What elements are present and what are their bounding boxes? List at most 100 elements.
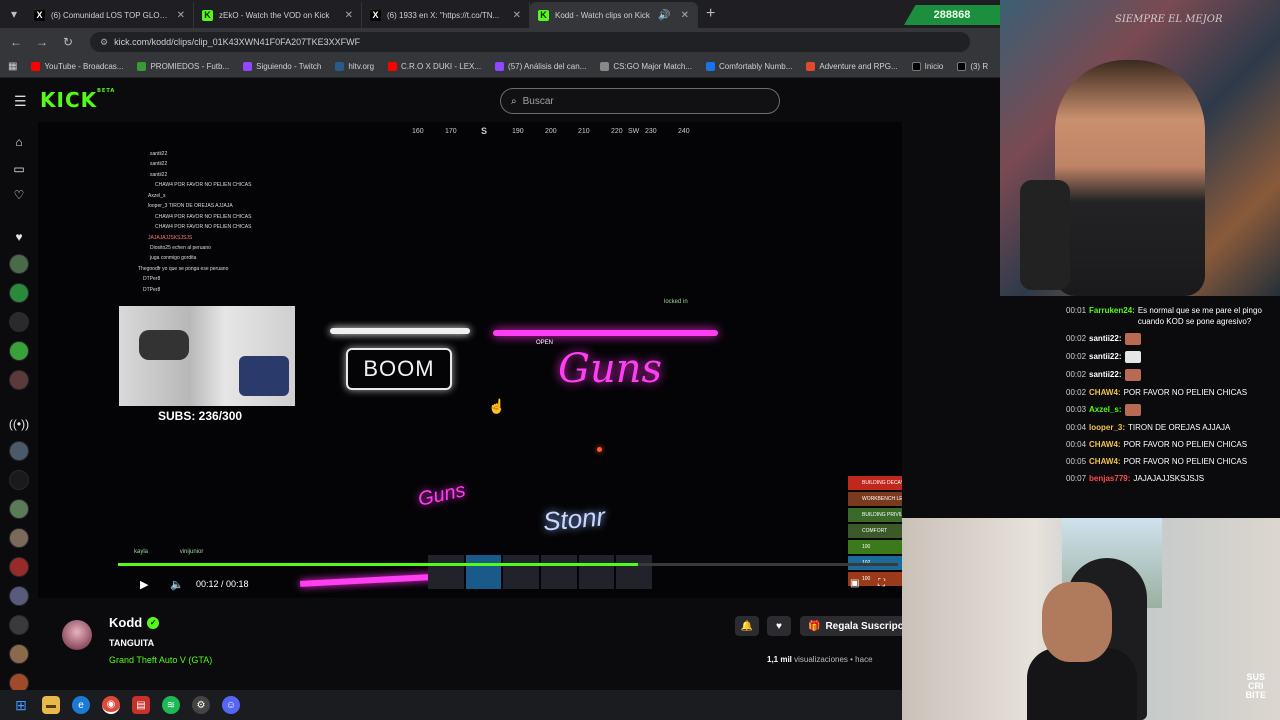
recommended-channel-avatar[interactable] <box>9 499 29 519</box>
address-bar-row: ← → ↻ ⚙ kick.com/kodd/clips/clip_01K43XW… <box>0 28 1000 56</box>
emote-icon <box>1124 404 1141 416</box>
edge-icon[interactable]: e <box>72 696 90 714</box>
chat-user[interactable]: santii22: <box>1089 369 1121 380</box>
recommended-channel-avatar[interactable] <box>9 615 29 635</box>
volume-icon[interactable]: 🔈 <box>170 578 184 591</box>
compass-tick: 170 <box>445 128 457 135</box>
reload-icon[interactable]: ↻ <box>60 35 76 49</box>
bookmark-item[interactable]: hltv.org <box>335 62 374 71</box>
bookmark-item[interactable]: C.R.O X DUKI - LEX... <box>388 62 481 71</box>
chat-user[interactable]: looper_3: <box>1089 422 1125 433</box>
bookmark-item[interactable]: PROMIEDOS - Futb... <box>137 62 229 71</box>
x-favicon-icon: X <box>370 9 381 21</box>
chat-user[interactable]: benjas779: <box>1089 473 1130 484</box>
recommended-channel-avatar[interactable] <box>9 441 29 461</box>
channel-name-row[interactable]: Kodd ✓ <box>109 615 160 630</box>
play-icon[interactable]: ▶ <box>140 578 148 591</box>
gift-sub-button[interactable]: 🎁 Regala Suscripc <box>800 616 910 636</box>
url-field[interactable]: ⚙ kick.com/kodd/clips/clip_01K43XWN41F0F… <box>90 32 970 52</box>
followed-channel-avatar[interactable] <box>9 341 29 361</box>
forward-icon[interactable]: → <box>34 35 50 49</box>
steam-icon[interactable]: ⚙ <box>192 696 210 714</box>
recommended-channel-avatar[interactable] <box>9 528 29 548</box>
browse-icon[interactable]: ▭ <box>9 159 29 179</box>
recommended-channel-avatar[interactable] <box>9 470 29 490</box>
browser-tab-3[interactable]: X (6) 1933 en X: "https://t.co/TN... ✕ <box>362 2 530 28</box>
bookmark-item[interactable]: (3) R <box>957 62 988 71</box>
chat-user[interactable]: santii22: <box>1089 351 1121 362</box>
clip-chat-replay: 00:01 Farruken24: Es normal que se me pare… <box>1062 296 1280 516</box>
recommended-channel-avatar[interactable] <box>9 586 29 606</box>
chat-message: 00:01 Farruken24: Es normal que se me pare… <box>1062 302 1280 330</box>
game-category-link[interactable]: Grand Theft Auto V (GTA) <box>109 655 212 665</box>
close-tab-icon[interactable]: ✕ <box>681 10 689 21</box>
bookmark-item[interactable]: (57) Análisis del can... <box>495 62 586 71</box>
chat-time: 00:05 <box>1066 457 1087 466</box>
bookmark-item[interactable]: Siguiendo - Twitch <box>243 62 321 71</box>
followed-channel-avatar[interactable] <box>9 254 29 274</box>
tab-search-icon[interactable]: ▾ <box>6 7 22 21</box>
clothes-shape <box>239 356 289 396</box>
chat-text: POR FAVOR NO PELIEN CHICAS <box>1123 388 1248 397</box>
chat-user[interactable]: CHAW4: <box>1089 439 1121 450</box>
followed-channel-avatar[interactable] <box>9 283 29 303</box>
bookmark-item[interactable]: Comfortably Numb... <box>706 62 792 71</box>
windows-start-icon[interactable]: ⊞ <box>12 696 30 714</box>
chrome-icon[interactable]: ◉ <box>102 696 120 714</box>
bookmark-item[interactable]: YouTube - Broadcas... <box>31 62 123 71</box>
gift-icon: 🎁 <box>808 620 821 632</box>
kick-logo-text: KICK <box>40 88 98 112</box>
browser-tab-4-active[interactable]: K Kodd - Watch clips on Kick 🔊 ✕ <box>530 2 698 28</box>
chat-time: 00:04 <box>1066 423 1087 432</box>
chat-user[interactable]: CHAW4: <box>1089 456 1121 467</box>
chat-user[interactable]: CHAW4: <box>1089 387 1121 398</box>
search-bar[interactable]: ⌕ <box>500 88 780 114</box>
site-info-icon[interactable]: ⚙ <box>100 37 108 48</box>
media-app-icon[interactable]: ▤ <box>132 696 150 714</box>
audio-icon[interactable]: 🔊 <box>658 10 670 21</box>
back-icon[interactable]: ← <box>8 35 24 49</box>
chat-time: 00:02 <box>1066 370 1087 379</box>
close-tab-icon[interactable]: ✕ <box>177 10 185 21</box>
video-progress-bar[interactable] <box>118 563 898 566</box>
file-explorer-icon[interactable]: ▬ <box>42 696 60 714</box>
chat-user[interactable]: santii22: <box>1089 333 1121 344</box>
theater-mode-icon[interactable]: ▣ <box>850 578 859 589</box>
hamburger-menu-icon[interactable]: ☰ <box>14 93 27 110</box>
close-tab-icon[interactable]: ✕ <box>345 10 353 21</box>
spotify-icon[interactable]: ≋ <box>162 696 180 714</box>
new-tab-button[interactable]: + <box>698 5 723 23</box>
channel-avatar[interactable] <box>62 620 92 650</box>
emote-icon <box>1124 333 1141 345</box>
overlay-chat-line: Axzel_s <box>148 193 166 199</box>
kick-logo[interactable]: KICKBETA <box>40 88 115 112</box>
hotbar-slot <box>428 555 464 589</box>
following-heart-icon[interactable]: ♡ <box>9 185 29 205</box>
rpg-icon <box>806 62 816 71</box>
hltv-icon <box>335 62 345 71</box>
recommended-channel-avatar[interactable] <box>9 644 29 664</box>
followed-channel-avatar[interactable] <box>9 370 29 390</box>
notifications-bell-button[interactable]: 🔔 <box>735 616 759 636</box>
browser-tab-2[interactable]: K zEkO - Watch the VOD on Kick ✕ <box>194 2 362 28</box>
home-icon[interactable]: ⌂ <box>9 132 29 152</box>
fullscreen-icon[interactable]: ⛶ <box>878 578 885 589</box>
player-name: kayla <box>134 549 149 555</box>
chat-user[interactable]: Axzel_s: <box>1089 404 1121 415</box>
search-input[interactable] <box>522 95 753 107</box>
recommended-channel-avatar[interactable] <box>9 557 29 577</box>
bookmark-item[interactable]: Inicio <box>911 62 943 71</box>
video-time: 00:12 / 00:18 <box>196 579 249 589</box>
close-tab-icon[interactable]: ✕ <box>513 10 521 21</box>
apps-grid-icon[interactable]: ▦ <box>8 61 17 72</box>
bookmark-item[interactable]: CS:GO Major Match... <box>600 62 692 71</box>
clip-video-player[interactable]: 160 170 S 190 200 210 220 SW 230 240 san… <box>38 122 902 598</box>
follow-heart-button[interactable]: ♥ <box>767 616 791 636</box>
chat-message: 00:04 looper_3: TIRON DE OREJAS AJJAJA <box>1062 419 1280 436</box>
browser-tab-1[interactable]: X (6) Comunidad LOS TOP GLOBAL ✕ <box>26 2 194 28</box>
discord-icon[interactable]: ☺ <box>222 696 240 714</box>
hotbar-slot <box>541 555 577 589</box>
chat-user[interactable]: Farruken24: <box>1089 305 1135 316</box>
followed-channel-avatar[interactable] <box>9 312 29 332</box>
bookmark-item[interactable]: Adventure and RPG... <box>806 62 898 71</box>
